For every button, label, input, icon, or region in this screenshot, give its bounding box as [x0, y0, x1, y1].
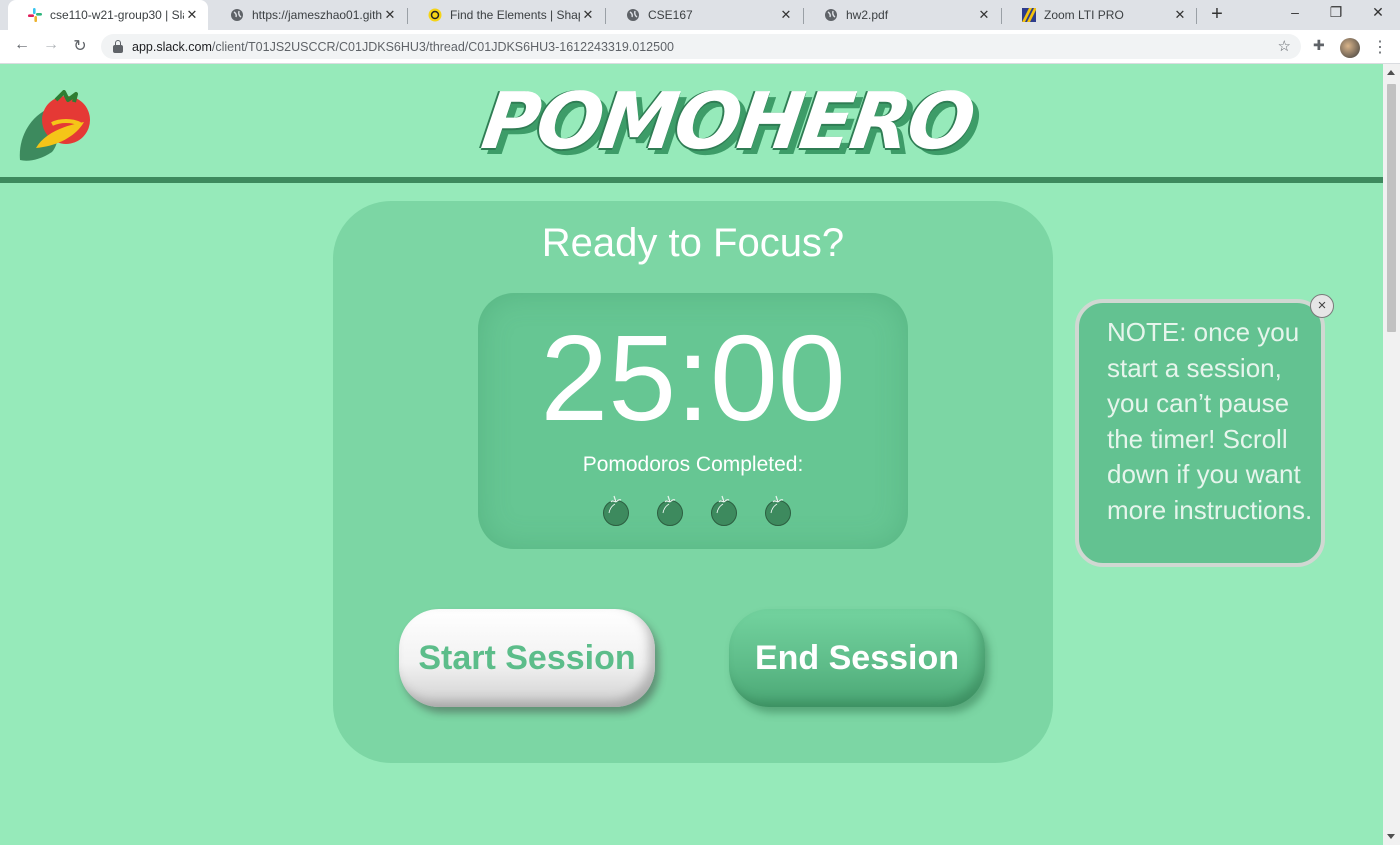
globe-icon: [626, 8, 640, 22]
scrollbar-thumb[interactable]: [1387, 84, 1396, 332]
new-tab-button[interactable]: +: [1207, 3, 1227, 26]
tab-title: cse110-w21-group30 | Slack: [50, 8, 184, 22]
end-session-button[interactable]: End Session: [729, 609, 985, 707]
tomato-icon: [656, 493, 684, 527]
close-tab-icon[interactable]: ✕: [976, 7, 992, 23]
minimize-button[interactable]: –: [1283, 4, 1307, 20]
close-tab-icon[interactable]: ✕: [1172, 7, 1188, 23]
tab-zoom-lti[interactable]: Zoom LTI PRO ✕: [1002, 0, 1196, 30]
reload-icon[interactable]: ↻: [70, 36, 90, 56]
tab-shape-up[interactable]: Find the Elements | Shape Up ✕: [408, 0, 604, 30]
close-tab-icon[interactable]: ✕: [580, 7, 596, 23]
close-window-button[interactable]: ✕: [1366, 4, 1390, 21]
brand-text: POMOHERO: [476, 77, 978, 167]
close-note-icon[interactable]: ×: [1310, 294, 1334, 318]
tab-title: hw2.pdf: [846, 8, 889, 22]
timer-display: 25:00: [540, 310, 846, 446]
restore-button[interactable]: ❐: [1324, 4, 1348, 21]
tomato-hero-logo-icon: [18, 90, 94, 169]
pomohero-title: POMOHERO POMOHERO: [477, 76, 984, 173]
tab-hw2[interactable]: hw2.pdf ✕: [804, 0, 1000, 30]
url-path: /client/T01JS2USCCR/C01JDKS6HU3/thread/C…: [211, 39, 674, 54]
timer-card: Ready to Focus? 25:00 Pomodoros Complete…: [333, 201, 1053, 763]
timer-box: 25:00 Pomodoros Completed:: [478, 293, 908, 549]
url-host: app.slack.com: [132, 39, 212, 54]
header-divider: [0, 177, 1383, 183]
globe-icon: [230, 8, 244, 22]
slack-icon: [28, 8, 42, 22]
browser-menu-icon[interactable]: ⋮: [1372, 37, 1388, 57]
tab-title: CSE167: [648, 8, 693, 22]
profile-avatar[interactable]: [1340, 38, 1360, 58]
scroll-up-arrow-icon[interactable]: [1387, 70, 1395, 75]
browser-tab-strip: cse110-w21-group30 | Slack ✕ https://jam…: [0, 0, 1400, 30]
shapeup-icon: [428, 8, 442, 22]
close-tab-icon[interactable]: ✕: [184, 7, 200, 23]
back-arrow-icon[interactable]: ←: [12, 36, 32, 54]
close-tab-icon[interactable]: ✕: [778, 7, 794, 23]
extensions-puzzle-icon[interactable]: ✚: [1313, 37, 1325, 54]
tomato-icon: [602, 493, 630, 527]
globe-icon: [824, 8, 838, 22]
tab-cse167[interactable]: CSE167 ✕: [606, 0, 802, 30]
note-popup: NOTE: once you start a session, you can’…: [1075, 299, 1325, 567]
pomodoros-label: Pomodoros Completed:: [582, 453, 804, 476]
start-session-button[interactable]: Start Session: [399, 609, 655, 707]
tab-title: https://jameszhao01.github.io: [252, 8, 382, 22]
tomato-icon: [710, 493, 738, 527]
close-tab-icon[interactable]: ✕: [382, 7, 398, 23]
tab-slack[interactable]: cse110-w21-group30 | Slack ✕: [8, 0, 208, 30]
address-bar: ← → ↻ app.slack.com/client/T01JS2USCCR/C…: [0, 30, 1400, 64]
tab-title: Find the Elements | Shape Up: [450, 8, 580, 22]
pomodoro-counter: [602, 493, 792, 527]
tomato-icon: [764, 493, 792, 527]
bookmark-star-icon[interactable]: ☆: [1278, 37, 1291, 55]
url-field[interactable]: app.slack.com/client/T01JS2USCCR/C01JDKS…: [101, 34, 1301, 59]
lock-icon: [113, 39, 123, 53]
page-scrollbar[interactable]: [1383, 64, 1400, 845]
card-title: Ready to Focus?: [541, 221, 845, 265]
note-text: NOTE: once you start a session, you can’…: [1107, 317, 1313, 525]
tab-title: Zoom LTI PRO: [1044, 8, 1124, 22]
tab-jameszhao[interactable]: https://jameszhao01.github.io ✕: [210, 0, 406, 30]
forward-arrow-icon[interactable]: →: [41, 36, 61, 54]
zoom-lti-icon: [1022, 8, 1036, 22]
pomohero-page: POMOHERO POMOHERO Ready to Focus? 25:00 …: [0, 64, 1383, 845]
scroll-down-arrow-icon[interactable]: [1387, 834, 1395, 839]
